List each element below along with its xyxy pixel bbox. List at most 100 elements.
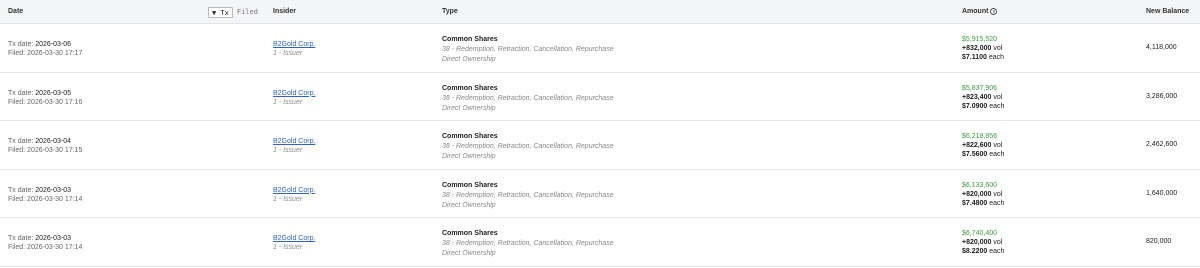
tx-date-line: Tx date: 2026-03-04 [8, 137, 82, 146]
amount-total: $5,915,520 [962, 36, 998, 43]
column-header-amount[interactable]: Amount i [962, 0, 998, 24]
insider-cell: B2Gold Corp. 1 - Issuer [273, 234, 315, 252]
tx-date-value: 2026-03-05 [35, 89, 72, 97]
ownership-type: Direct Ownership [442, 250, 496, 257]
amount-price: $7.1100 each [962, 53, 1004, 62]
tx-date-value: 2026-03-06 [35, 41, 72, 48]
column-header-new-balance[interactable]: New Balance [1146, 0, 1189, 24]
type-cell: Common Shares 38 - Redemption, Retractio… [442, 132, 614, 162]
amount-cell: $5,915,520 +832,000 vol $7.1100 each [962, 35, 1004, 62]
amount-cell: $6,133,600 +820,000 vol $7.4800 each [962, 181, 1004, 208]
tx-date-value: 2026-03-03 [35, 186, 72, 194]
volume-unit: vol [991, 239, 1003, 246]
date-cell: Tx date: 2026-03-04 Filed: 2026-03-30 17… [8, 137, 82, 155]
security-type: Common Shares [442, 36, 498, 43]
volume-value: +820,000 [962, 190, 992, 198]
tx-date-prefix: Tx date: [8, 89, 36, 97]
new-balance-cell: 2,462,600 [1146, 141, 1178, 148]
security-type: Common Shares [442, 230, 498, 237]
table-row: Tx date: 2026-03-03 Filed: 2026-03-30 17… [0, 218, 1200, 267]
amount-volume: +832,000 vol [962, 44, 1004, 53]
volume-value: +822,600 [962, 142, 992, 149]
amount-volume: +823,400 vol [962, 93, 1004, 102]
date-cell: Tx date: 2026-03-03 Filed: 2026-03-30 17… [8, 186, 82, 204]
date-cell: Tx date: 2026-03-03 Filed: 2026-03-30 17… [8, 234, 82, 252]
insider-role: 1 - Issuer [273, 244, 303, 251]
price-unit: each [987, 151, 1005, 158]
insider-cell: B2Gold Corp. 1 - Issuer [273, 137, 315, 155]
price-value: $8.2200 [962, 248, 988, 255]
column-header-amount-label: Amount [962, 8, 989, 15]
volume-value: +820,000 [962, 239, 992, 246]
price-value: $7.4800 [962, 199, 988, 207]
volume-value: +823,400 [962, 93, 992, 101]
ownership-type: Direct Ownership [442, 153, 496, 160]
security-type: Common Shares [442, 181, 498, 189]
insider-link[interactable]: B2Gold Corp. [273, 41, 315, 48]
amount-volume: +820,000 vol [962, 190, 1004, 199]
price-value: $7.1100 [962, 54, 987, 61]
table-row: Tx date: 2026-03-03 Filed: 2026-03-30 17… [0, 169, 1200, 218]
security-type: Common Shares [442, 84, 498, 92]
table-header: Date ▼ Tx Filed Insider Type Amount i New… [0, 0, 1200, 24]
amount-total: $5,837,906 [962, 84, 998, 92]
amount-total: $6,133,600 [962, 181, 998, 189]
transaction-code: 38 - Redemption, Retraction, Cancellatio… [442, 240, 614, 247]
volume-unit: vol [991, 190, 1003, 198]
insider-cell: B2Gold Corp. 1 - Issuer [273, 186, 315, 204]
insider-cell: B2Gold Corp. 1 - Issuer [273, 40, 315, 58]
column-header-date[interactable]: Date [8, 0, 23, 24]
type-cell: Common Shares 38 - Redemption, Retractio… [442, 35, 614, 65]
insider-link[interactable]: B2Gold Corp. [273, 90, 315, 97]
price-value: $7.5600 [962, 151, 988, 158]
info-icon[interactable]: i [990, 7, 998, 15]
security-type: Common Shares [442, 133, 498, 140]
volume-unit: vol [991, 93, 1003, 101]
date-cell: Tx date: 2026-03-06 Filed: 2026-03-30 17… [8, 40, 82, 58]
insider-link[interactable]: B2Gold Corp. [273, 187, 315, 194]
amount-total: $6,218,856 [962, 133, 998, 140]
amount-cell: $6,218,856 +822,600 vol $7.5600 each [962, 132, 1004, 159]
transaction-code: 38 - Redemption, Retraction, Cancellatio… [442, 94, 614, 102]
amount-price: $8.2200 each [962, 247, 1004, 256]
price-unit: each [987, 199, 1005, 207]
tx-date-line: Tx date: 2026-03-03 [8, 186, 82, 195]
tx-date-prefix: Tx date: [8, 186, 36, 194]
type-cell: Common Shares 38 - Redemption, Retractio… [442, 181, 614, 211]
toggle-tx-button[interactable]: ▼ Tx [208, 7, 233, 18]
toggle-filed-button[interactable]: Filed [233, 7, 262, 18]
date-mode-toggle[interactable]: ▼ Tx Filed [208, 7, 262, 18]
tx-date-line: Tx date: 2026-03-03 [8, 234, 82, 243]
type-cell: Common Shares 38 - Redemption, Retractio… [442, 229, 614, 259]
new-balance-cell: 820,000 [1146, 238, 1172, 245]
column-header-insider[interactable]: Insider [273, 0, 296, 24]
new-balance-cell: 3,286,000 [1146, 92, 1178, 100]
tx-date-value: 2026-03-04 [35, 138, 72, 145]
amount-price: $7.4800 each [962, 199, 1004, 208]
table-body: Tx date: 2026-03-06 Filed: 2026-03-30 17… [0, 24, 1200, 267]
filed-date: Filed: 2026-03-30 17:17 [8, 50, 83, 57]
filed-date: Filed: 2026-03-30 17:16 [8, 98, 83, 106]
tx-date-line: Tx date: 2026-03-05 [8, 89, 82, 98]
ownership-type: Direct Ownership [442, 56, 496, 63]
insider-link[interactable]: B2Gold Corp. [273, 138, 315, 145]
table-row: Tx date: 2026-03-04 Filed: 2026-03-30 17… [0, 121, 1200, 170]
column-header-type[interactable]: Type [442, 0, 458, 24]
tx-date-prefix: Tx date: [8, 235, 36, 242]
volume-unit: vol [991, 45, 1003, 52]
table-row: Tx date: 2026-03-06 Filed: 2026-03-30 17… [0, 24, 1200, 73]
price-unit: each [986, 54, 1005, 61]
date-cell: Tx date: 2026-03-05 Filed: 2026-03-30 17… [8, 89, 82, 107]
insider-link[interactable]: B2Gold Corp. [273, 235, 315, 242]
insider-role: 1 - Issuer [273, 147, 303, 154]
price-unit: each [987, 102, 1005, 110]
amount-cell: $5,837,906 +823,400 vol $7.0900 each [962, 84, 1004, 111]
new-balance-cell: 4,118,000 [1146, 44, 1177, 51]
insider-cell: B2Gold Corp. 1 - Issuer [273, 89, 315, 107]
amount-price: $7.5600 each [962, 150, 1004, 159]
tx-date-prefix: Tx date: [8, 138, 36, 145]
amount-total: $6,740,400 [962, 230, 998, 237]
new-balance-cell: 1,640,000 [1146, 189, 1178, 197]
filed-date: Filed: 2026-03-30 17:15 [8, 147, 83, 154]
amount-volume: +820,000 vol [962, 238, 1004, 247]
